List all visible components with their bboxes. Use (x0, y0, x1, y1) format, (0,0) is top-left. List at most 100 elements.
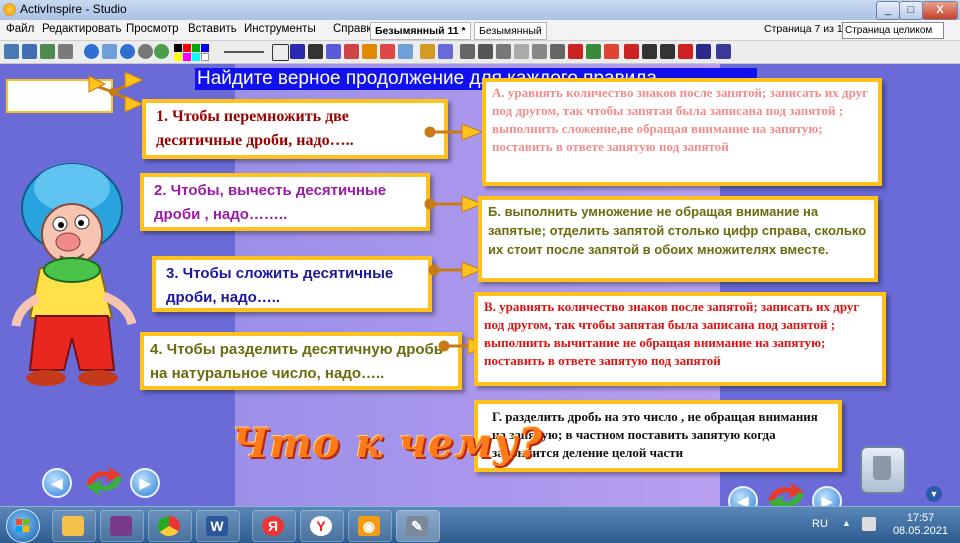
redo-icon[interactable] (660, 44, 675, 59)
menu-file[interactable]: Файл (6, 23, 34, 35)
rule-text-4: 4. Чтобы разделить десятичную дробь на н… (150, 341, 444, 382)
rule-card-2[interactable]: 2. Чтобы, вычесть десятичные дроби , над… (140, 173, 430, 231)
taskbar-yandex[interactable]: Я (252, 510, 296, 542)
window-title: ActivInspire - Studio (20, 2, 127, 16)
desktop-annotate-icon[interactable] (40, 44, 55, 59)
next-slide-button[interactable]: ▶ (130, 468, 160, 498)
scroll-down-icon[interactable]: ▼ (926, 486, 942, 502)
flipchart-icon[interactable] (22, 44, 37, 59)
rule-card-4[interactable]: 4. Чтобы разделить десятичную дробь на н… (140, 332, 462, 390)
taskbar-word[interactable]: W (196, 510, 240, 542)
shape-icon[interactable] (380, 44, 395, 59)
color-palette[interactable] (174, 44, 218, 61)
taskbar-chrome[interactable] (148, 510, 192, 542)
prev-slide-button-right[interactable]: ◀ (728, 486, 758, 506)
answer-text-v: В. уравнять количество знаков после запя… (484, 299, 860, 368)
marker-icon[interactable] (308, 44, 323, 59)
winrar-icon (110, 516, 132, 536)
trash-bin-icon[interactable] (860, 446, 906, 494)
minimize-button[interactable]: _ (876, 1, 900, 20)
answer-card-a[interactable]: А. уравнять количество знаков после запя… (482, 78, 882, 186)
taskbar-studio[interactable]: ✎ (396, 510, 440, 542)
chrome-icon (158, 516, 180, 536)
yandex-browser-icon: Y (310, 516, 332, 536)
clock-time: 17:57 (906, 512, 935, 524)
word-icon: W (206, 516, 228, 536)
arrow-left-icon: ◀ (51, 475, 63, 491)
spotlight-icon[interactable] (586, 44, 601, 59)
cycle-arrows-icon[interactable] (80, 464, 128, 498)
language-indicator[interactable]: RU (812, 518, 828, 530)
tray-expand-icon[interactable]: ▲ (842, 518, 851, 528)
magic-ink-icon[interactable] (420, 44, 435, 59)
connector-icon[interactable] (398, 44, 413, 59)
page-indicator: Страница 7 из 14 (764, 23, 849, 35)
prev-slide-button[interactable]: ◀ (42, 468, 72, 498)
select-icon[interactable] (272, 44, 289, 61)
play-icon[interactable] (138, 44, 153, 59)
folder-icon (62, 516, 84, 536)
cycle-arrows-icon[interactable] (762, 482, 810, 506)
ruler-icon[interactable] (514, 44, 529, 59)
protractor-icon[interactable] (478, 44, 493, 59)
reset-icon[interactable] (678, 44, 693, 59)
rule-card-1[interactable]: 1. Чтобы перемножить две десятичные дроб… (142, 99, 448, 159)
next-page-icon[interactable] (120, 44, 135, 59)
triangle-icon[interactable] (496, 44, 511, 59)
tools-icon[interactable] (58, 44, 73, 59)
taskbar-explorer[interactable] (52, 510, 96, 542)
previous-page-icon[interactable] (84, 44, 99, 59)
next-slide-button-right[interactable]: ▶ (812, 486, 842, 506)
zoom-select[interactable]: Страница целиком (842, 22, 944, 39)
connector-decoration (88, 71, 145, 113)
taskbar-activinspire[interactable]: ◉ (348, 510, 392, 542)
dice-icon[interactable] (568, 44, 583, 59)
compass-icon[interactable] (532, 44, 547, 59)
flipchart-page: Найдите верное продолжение для каждого п… (0, 64, 960, 506)
tab-document[interactable]: Безымянный (474, 22, 547, 40)
network-icon[interactable] (862, 517, 876, 531)
maximize-button[interactable]: □ (899, 1, 923, 20)
window-titlebar: ActivInspire - Studio _ □ X (0, 0, 960, 21)
fill-icon[interactable] (362, 44, 377, 59)
rule-text-1: 1. Чтобы перемножить две десятичные дроб… (156, 108, 354, 149)
arrow-right-icon: ▶ (139, 475, 151, 491)
handwriting-icon[interactable] (438, 44, 453, 59)
studio-icon: ✎ (406, 516, 428, 536)
text-icon[interactable] (604, 44, 619, 59)
start-button[interactable] (6, 509, 40, 543)
rule-card-3[interactable]: 3. Чтобы сложить десятичные дроби, надо…… (152, 256, 432, 312)
calculator-icon[interactable] (550, 44, 565, 59)
menu-tools[interactable]: Инструменты (244, 23, 316, 35)
close-button[interactable]: X (922, 1, 958, 20)
menu-insert[interactable]: Вставить (188, 23, 237, 35)
wordart-heading: Что к чему? (232, 420, 543, 467)
taskbar-yandex-browser[interactable]: Y (300, 510, 344, 542)
pen-width-slider[interactable] (224, 51, 264, 53)
answer-card-b[interactable]: Б. выполнить умножение не обращая вниман… (478, 196, 878, 282)
answer-card-v[interactable]: В. уравнять количество знаков после запя… (474, 292, 886, 386)
yandex-icon: Я (262, 516, 284, 536)
rule-text-2: 2. Чтобы, вычесть десятичные дроби , над… (154, 182, 387, 223)
clear-icon[interactable] (624, 44, 639, 59)
taskbar-winrar[interactable] (100, 510, 144, 542)
teacher-lock-icon[interactable] (696, 44, 711, 59)
eraser-icon[interactable] (344, 44, 359, 59)
system-clock[interactable]: 17:57 08.05.2021 (893, 512, 948, 538)
pen-icon[interactable] (290, 44, 305, 59)
highlighter-icon[interactable] (326, 44, 341, 59)
tab-document-active[interactable]: Безымянный 11 * (370, 22, 471, 40)
cell-icon[interactable] (460, 44, 475, 59)
page-icon[interactable] (102, 44, 117, 59)
arrow-right-icon: ▶ (821, 493, 833, 506)
studio-mode-icon[interactable] (716, 44, 731, 59)
activinspire-app-icon (3, 3, 16, 16)
clown-character-image (11, 163, 137, 386)
windows-taskbar: W Я Y ◉ ✎ RU ▲ 17:57 08.05.2021 (0, 506, 960, 543)
browser-icon[interactable] (154, 44, 169, 59)
undo-icon[interactable] (642, 44, 657, 59)
menu-view[interactable]: Просмотр (126, 23, 179, 35)
answer-text-a: А. уравнять количество знаков после запя… (492, 85, 869, 154)
menu-edit[interactable]: Редактировать (42, 23, 121, 35)
dashboard-icon[interactable] (4, 44, 19, 59)
